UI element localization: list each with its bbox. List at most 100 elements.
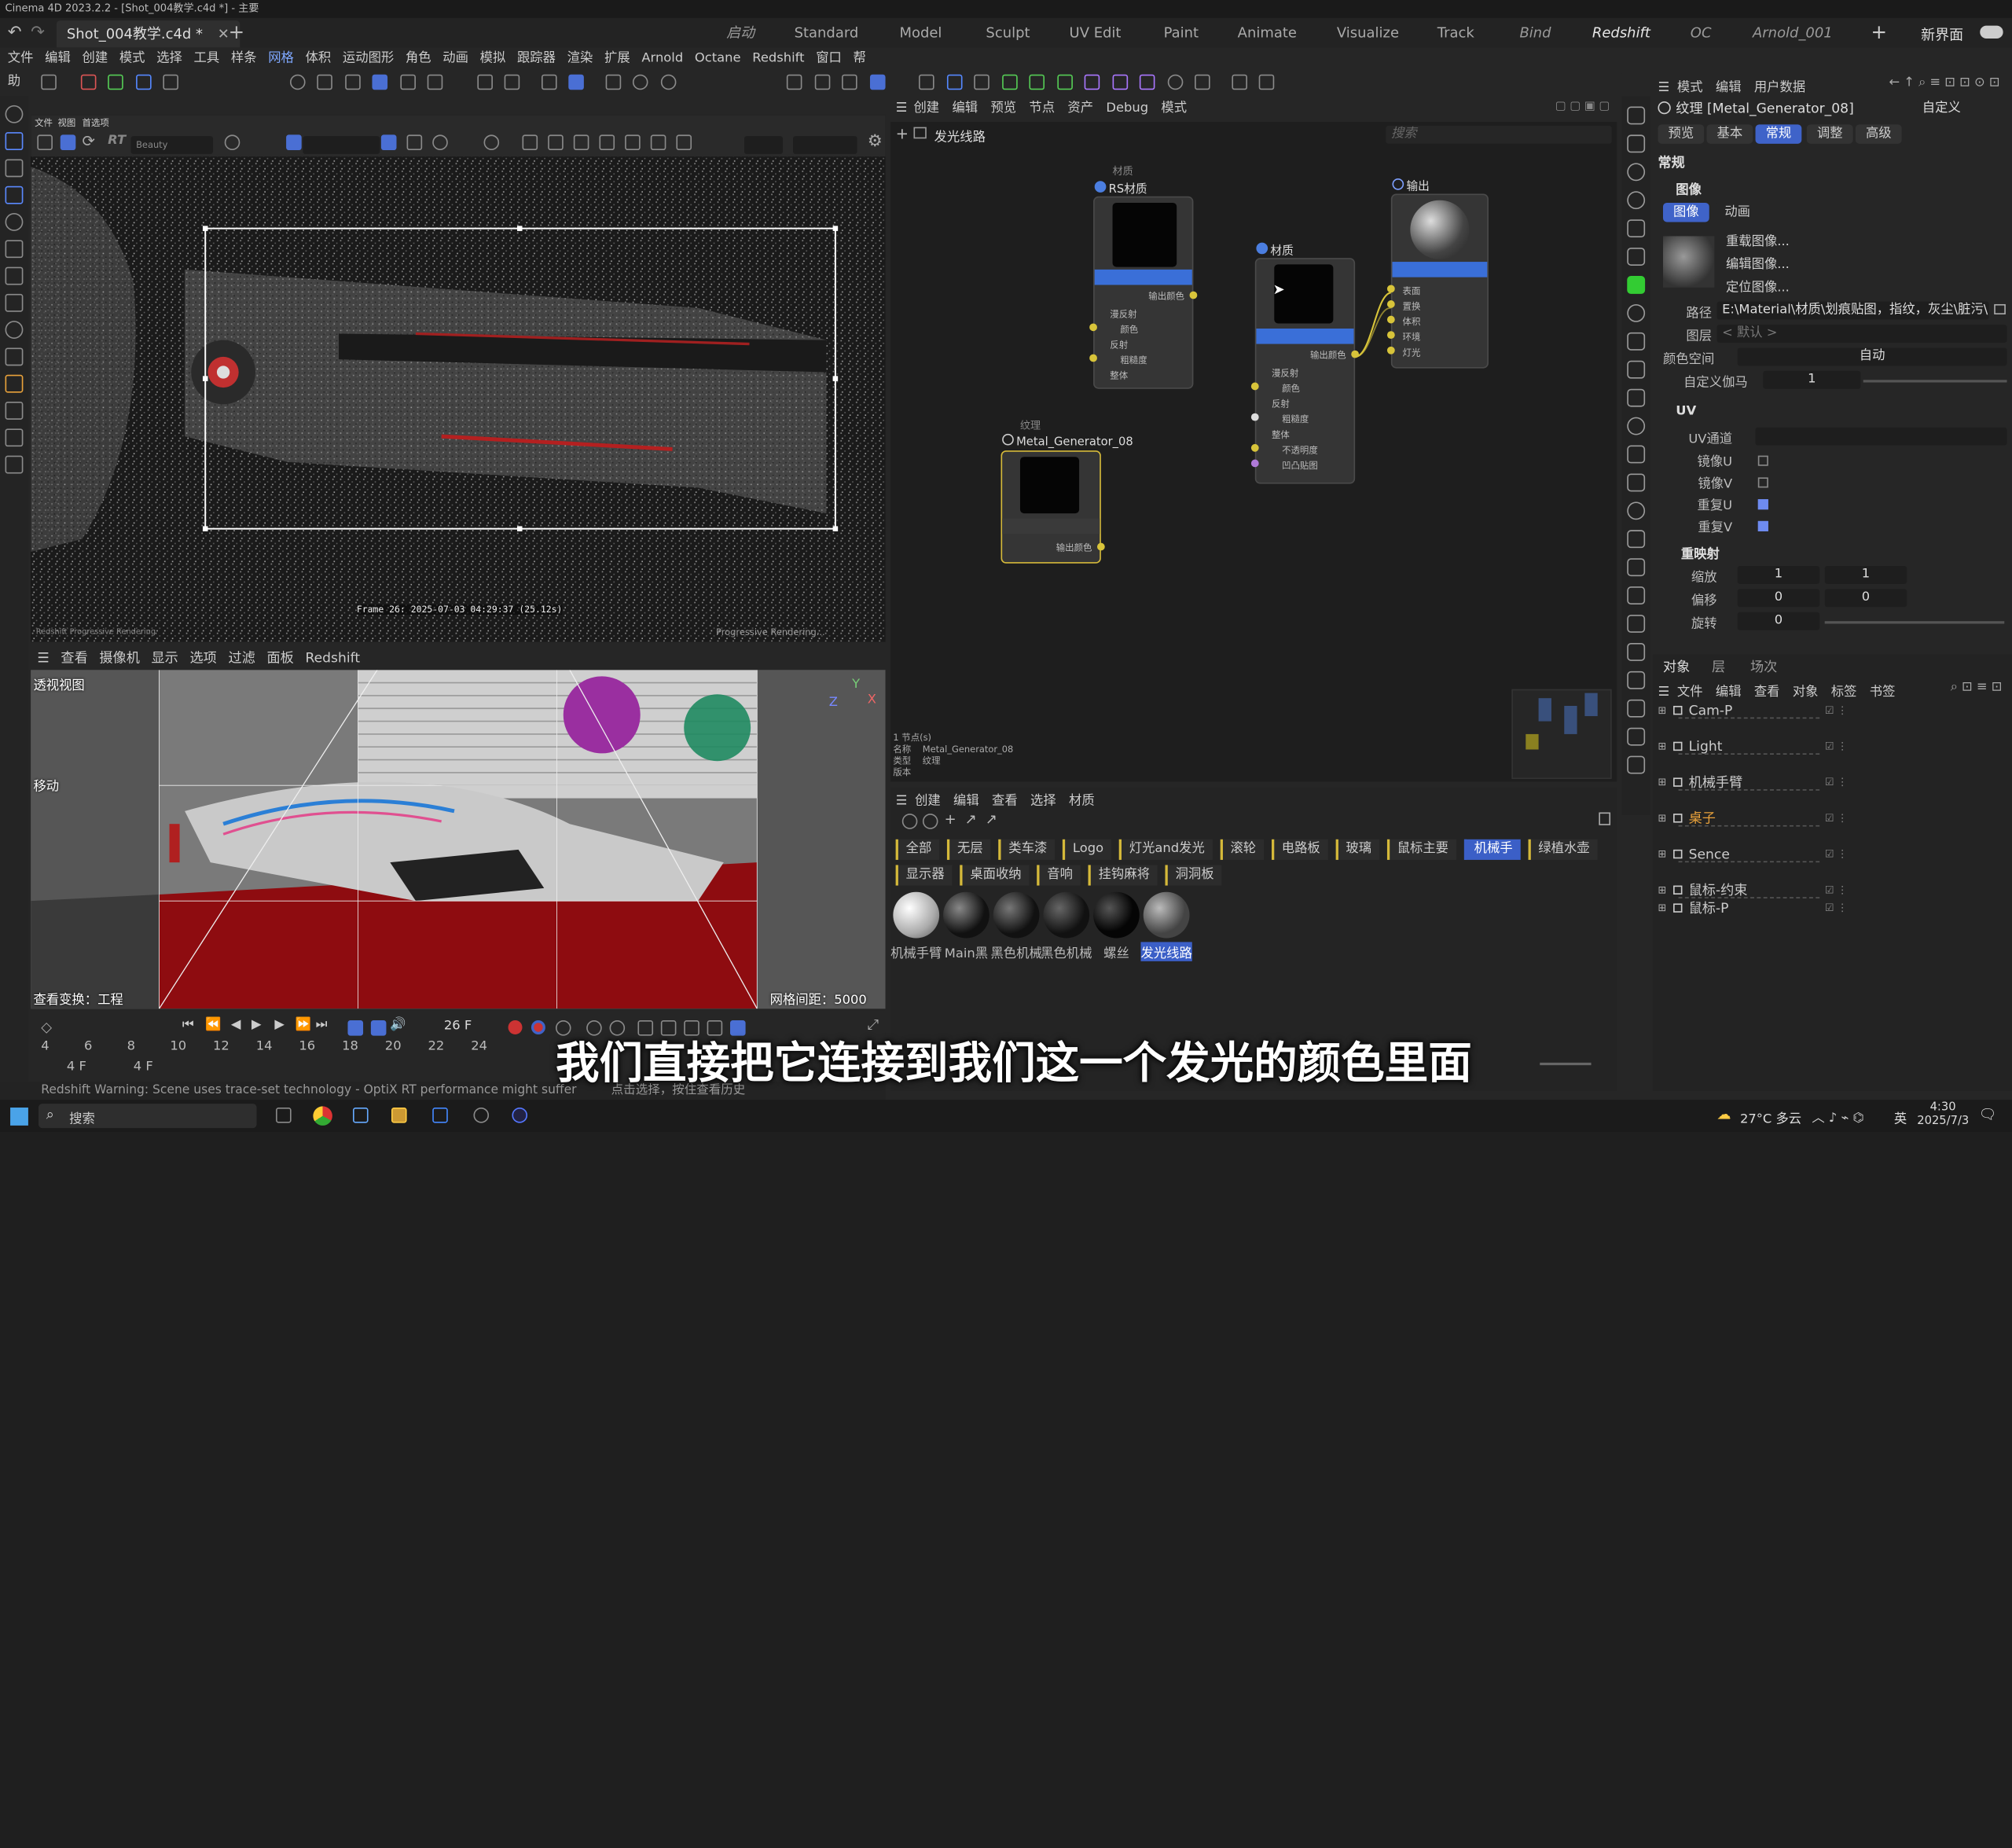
end-frame[interactable]: 4 F <box>134 1060 153 1075</box>
rv-zoom-field[interactable] <box>743 136 783 154</box>
layout-tab-bind[interactable]: Bind <box>1507 18 1564 48</box>
mm-link-icon[interactable]: ↗ <box>965 811 977 828</box>
live-select-icon[interactable] <box>5 159 24 178</box>
material-filter-chip[interactable]: 机械手 <box>1463 839 1521 860</box>
input-port[interactable] <box>1250 413 1259 421</box>
volume-icon[interactable]: 🔊 <box>390 1018 406 1032</box>
repeat-u-checkbox[interactable] <box>1757 499 1768 510</box>
scale-icon[interactable] <box>5 240 24 259</box>
gamma-field[interactable]: 1 <box>1763 370 1861 389</box>
om-menu-item[interactable]: 查看 <box>1754 685 1780 700</box>
chrome-icon[interactable] <box>313 1106 332 1126</box>
node-editor-menu-item[interactable]: Debug <box>1106 101 1148 116</box>
layout-tab-animate[interactable]: Animate <box>1232 18 1302 48</box>
node-editor-menu-item[interactable]: 编辑 <box>952 101 978 116</box>
layout-tab-uvedit[interactable]: UV Edit <box>1060 18 1131 48</box>
c4d-app-icon[interactable] <box>473 1108 490 1123</box>
notification-icon[interactable]: 🗨 <box>1979 1106 1997 1122</box>
rv-crop-icon[interactable] <box>548 134 564 151</box>
node-rs-material[interactable]: 材质 RS材质 输出颜色 漫反射 颜色 反射 粗糙度 整体 <box>1089 166 1198 389</box>
tray-icons[interactable]: ︿ ♪ ⌁ ⌬ <box>1812 1106 1863 1126</box>
transform-icon[interactable] <box>5 266 24 285</box>
om-tab-objects[interactable]: 对象 <box>1663 657 1690 676</box>
path-field[interactable]: E:\Material\材质\划痕贴图，指纹，灰尘\脏污\ <box>1716 301 1989 320</box>
viewport-menu-item[interactable]: 过滤 <box>228 651 255 667</box>
key-snap-icon[interactable] <box>730 1020 746 1036</box>
attr-menu-item[interactable]: 编辑 <box>1716 81 1742 95</box>
om-menu-item[interactable]: 书签 <box>1870 685 1896 700</box>
sculpt-panel-icon[interactable] <box>1627 248 1646 266</box>
go-end-icon[interactable]: ⏭ <box>316 1018 328 1032</box>
redo-icon[interactable]: ↷ <box>31 23 45 42</box>
attr-menu-item[interactable]: 用户数据 <box>1754 81 1805 95</box>
input-port[interactable] <box>1386 300 1395 308</box>
input-port[interactable] <box>1386 331 1395 340</box>
grid-snap-icon[interactable] <box>568 74 584 90</box>
mm-menu-icon[interactable]: ☰ <box>896 795 908 809</box>
pen-icon[interactable] <box>1231 74 1247 90</box>
attr-tab-adjust[interactable]: 调整 <box>1806 124 1853 144</box>
camera2-panel-icon[interactable] <box>1627 558 1646 577</box>
key-pos-icon[interactable] <box>586 1020 602 1036</box>
workplane-icon[interactable] <box>504 74 520 90</box>
key-pla-icon[interactable] <box>684 1020 699 1036</box>
doc-panel-icon[interactable] <box>1627 727 1646 746</box>
material-name[interactable]: 发光线路 <box>1140 942 1192 961</box>
move-icon[interactable] <box>5 186 24 204</box>
text-tool-icon[interactable] <box>974 74 989 90</box>
key-select-icon[interactable] <box>555 1020 571 1036</box>
attr-menu-item[interactable]: 模式 <box>1677 81 1703 95</box>
mm-add-icon[interactable]: + <box>945 811 956 828</box>
solo-icon[interactable] <box>604 74 621 90</box>
rv-snapshot-icon[interactable] <box>599 134 615 151</box>
range-icon[interactable] <box>370 1020 387 1036</box>
deformer-icon[interactable] <box>1084 74 1100 90</box>
timeline-ruler[interactable]: 4 6 8 10 12 14 16 18 20 22 24 <box>31 1039 518 1057</box>
render-icon[interactable] <box>660 74 676 90</box>
material-filter-chip[interactable]: 无层 <box>946 839 991 860</box>
material-name[interactable]: Main黑 <box>941 942 992 961</box>
material-menu-item[interactable]: 查看 <box>992 795 1018 809</box>
folder-app-icon[interactable] <box>391 1108 407 1123</box>
rotate-slider[interactable] <box>1824 621 2005 624</box>
visibility-dots[interactable]: ☑ ⋮ <box>1825 809 1848 829</box>
menu-item[interactable]: 渲染 <box>567 51 593 65</box>
extrude-icon[interactable] <box>5 374 24 393</box>
loop-icon[interactable] <box>5 321 24 340</box>
new-ui-label[interactable]: 新界面 <box>1921 24 1963 45</box>
material-filter-chip[interactable]: 全部 <box>895 839 940 860</box>
attr-nav-icons[interactable]: ← ↑ ⌕ ≡ ⊡ ⊡ ⊙ ⊡ <box>1889 75 1999 90</box>
effector-icon[interactable] <box>1056 74 1073 90</box>
record-icon[interactable] <box>508 1020 523 1034</box>
tree-panel-icon[interactable] <box>1627 445 1646 464</box>
rv-grid-icon[interactable] <box>406 134 423 151</box>
camera5-panel-icon[interactable] <box>1627 642 1646 661</box>
rv-history-icon[interactable] <box>650 134 666 151</box>
current-frame[interactable]: 26 F <box>444 1019 472 1033</box>
layout-tab-redshift[interactable]: Redshift <box>1586 18 1657 48</box>
attr-tab-general[interactable]: 常规 <box>1755 124 1802 144</box>
aov-select[interactable]: Beauty <box>130 136 214 154</box>
layer-field[interactable]: < 默认 > <box>1716 325 2007 343</box>
rv-menu-view[interactable]: 视图 <box>57 117 75 130</box>
bevel-icon[interactable] <box>5 347 24 366</box>
menu-item[interactable]: Redshift <box>752 51 804 65</box>
attr-tab-advanced[interactable]: 高级 <box>1855 124 1902 144</box>
om-tab-takes[interactable]: 场次 <box>1750 657 1777 676</box>
attr-tab-basic[interactable]: 基本 <box>1706 124 1753 144</box>
next-frame-icon[interactable]: ▶ <box>274 1018 285 1032</box>
material-swatch[interactable] <box>1143 891 1190 939</box>
image-tab-image[interactable]: 图像 <box>1662 202 1709 222</box>
material-filter-chip[interactable]: 洞洞板 <box>1165 865 1222 886</box>
group-image[interactable]: 图像 <box>1676 178 1702 197</box>
ne-menu-icon[interactable]: ☰ <box>896 99 908 119</box>
viewport-menu-item[interactable]: 选项 <box>190 651 217 667</box>
uv-mode-icon[interactable] <box>399 74 416 90</box>
expand-icon[interactable]: ⊞ <box>1658 773 1666 793</box>
node-texture[interactable]: 纹理 Metal_Generator_08 输出颜色 <box>1000 420 1133 564</box>
output-port[interactable] <box>1096 542 1105 551</box>
rv-circle-icon[interactable] <box>483 134 500 151</box>
key-scale-icon[interactable] <box>637 1020 654 1036</box>
render-panel-icon[interactable] <box>1627 106 1646 125</box>
output-port[interactable] <box>1351 350 1360 358</box>
